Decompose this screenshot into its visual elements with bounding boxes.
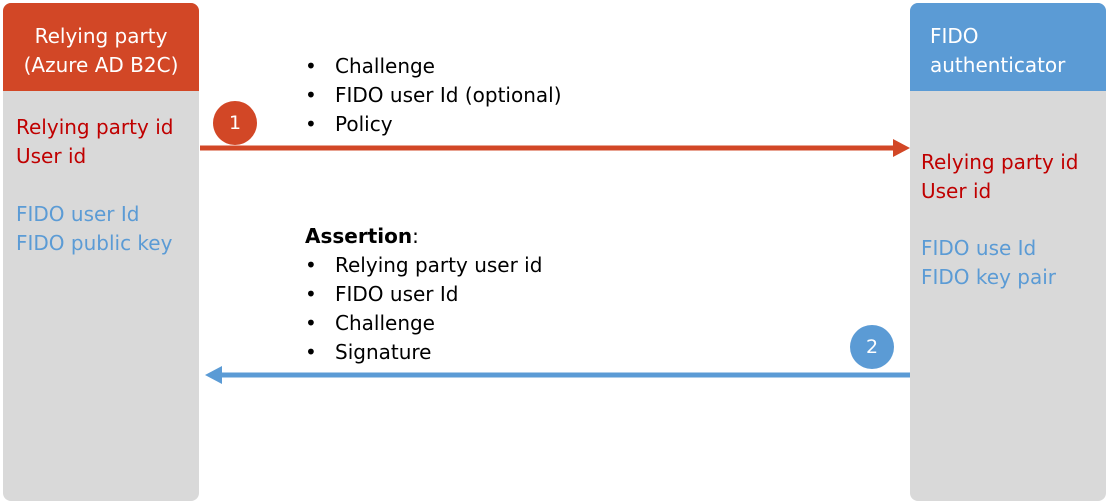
relying-party-column: Relying party (Azure AD B2C) Relying par…: [3, 3, 199, 501]
list-item: FIDO user Id (optional): [305, 81, 562, 110]
relying-party-title: Relying party: [34, 24, 168, 48]
authenticator-fido-data: FIDO use Id FIDO key pair: [921, 234, 1056, 292]
response-message: Assertion: Relying party user id FIDO us…: [305, 222, 542, 367]
fido-user-id-label: FIDO user Id: [16, 202, 140, 226]
authenticator-column: FIDO authenticator Relying party id User…: [910, 3, 1106, 501]
list-item: Relying party user id: [305, 251, 542, 280]
response-items-list: Relying party user id FIDO user Id Chall…: [305, 251, 542, 367]
authenticator-user-id-label: User id: [921, 179, 992, 203]
list-item: Challenge: [305, 52, 562, 81]
relying-party-fido-data: FIDO user Id FIDO public key: [16, 200, 172, 258]
assertion-heading: Assertion:: [305, 222, 542, 251]
relying-party-subtitle: (Azure AD B2C): [23, 53, 179, 77]
relying-party-id-label: Relying party id: [16, 115, 174, 139]
authenticator-ids: Relying party id User id: [921, 148, 1078, 206]
authenticator-header: FIDO authenticator: [910, 3, 1106, 91]
relying-party-ids: Relying party id User id: [16, 113, 173, 171]
request-arrow: [200, 139, 910, 157]
request-message: Challenge FIDO user Id (optional) Policy: [305, 52, 562, 139]
fido-public-key-label: FIDO public key: [16, 231, 173, 255]
authenticator-title-line2: authenticator: [930, 53, 1066, 77]
authenticator-relying-party-id-label: Relying party id: [921, 150, 1079, 174]
relying-party-header: Relying party (Azure AD B2C): [3, 3, 199, 91]
fido-key-pair-label: FIDO key pair: [921, 265, 1056, 289]
step-2-badge: 2: [850, 325, 894, 369]
list-item: Challenge: [305, 309, 542, 338]
list-item: Signature: [305, 338, 542, 367]
assertion-title-colon: :: [412, 224, 419, 248]
request-items-list: Challenge FIDO user Id (optional) Policy: [305, 52, 562, 139]
step-1-badge: 1: [213, 101, 257, 145]
authenticator-title-line1: FIDO: [930, 24, 979, 48]
list-item: FIDO user Id: [305, 280, 542, 309]
list-item: Policy: [305, 110, 562, 139]
fido-use-id-label: FIDO use Id: [921, 236, 1037, 260]
response-arrow: [205, 366, 910, 384]
user-id-label: User id: [16, 144, 87, 168]
assertion-title: Assertion: [305, 224, 413, 248]
